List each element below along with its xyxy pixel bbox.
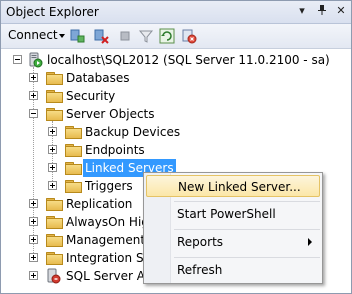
sync-icon[interactable] (181, 28, 197, 44)
folder-icon (65, 162, 82, 175)
expand-icon[interactable] (48, 145, 57, 154)
tree-label: Replication (66, 197, 133, 211)
menu-item-new-linked-server[interactable]: New Linked Server... (146, 175, 320, 197)
tree-node-server-objects[interactable]: Server Objects (1, 105, 352, 123)
stop-icon[interactable] (117, 28, 133, 44)
menu-item-start-powershell[interactable]: Start PowerShell (146, 203, 320, 225)
connect-button[interactable]: Connect (8, 28, 58, 42)
tree-label: Management (66, 233, 146, 247)
window-position-dropdown-icon[interactable]: ▾ (295, 4, 309, 18)
refresh-icon[interactable] (159, 28, 175, 44)
collapse-icon[interactable] (13, 55, 22, 64)
expand-icon[interactable] (29, 235, 38, 244)
expand-icon[interactable] (29, 253, 38, 262)
folder-icon (46, 90, 63, 103)
folder-icon (46, 108, 63, 121)
tree-label: Databases (66, 71, 130, 85)
connect-dropdown-icon[interactable] (59, 34, 65, 38)
toolbar: Connect (1, 24, 351, 49)
expand-icon[interactable] (29, 199, 38, 208)
folder-icon (46, 216, 63, 229)
context-menu: New Linked Server... Start PowerShell Re… (143, 172, 323, 284)
expand-icon[interactable] (48, 181, 57, 190)
collapse-icon[interactable] (29, 109, 38, 118)
auto-hide-pin-icon[interactable] (315, 4, 329, 18)
filter-icon[interactable] (138, 28, 154, 44)
expand-icon[interactable] (29, 73, 38, 82)
agent-icon (45, 268, 61, 284)
menu-item-label: Reports (177, 235, 224, 249)
submenu-arrow-icon (308, 238, 312, 246)
expand-icon[interactable] (29, 91, 38, 100)
folder-icon (46, 72, 63, 85)
server-icon (27, 52, 43, 68)
folder-icon (65, 126, 82, 139)
menu-item-label: Refresh (177, 263, 223, 277)
folder-icon (65, 180, 82, 193)
menu-item-reports[interactable]: Reports (146, 231, 320, 253)
menu-item-refresh[interactable]: Refresh (146, 259, 320, 281)
tree-label: Backup Devices (85, 125, 181, 139)
folder-icon (46, 252, 63, 265)
disconnect-icon[interactable] (93, 28, 109, 44)
tree-label: Triggers (85, 179, 133, 193)
close-icon[interactable]: ✕ (334, 4, 348, 18)
menu-separator (174, 229, 320, 230)
title-bar: Object Explorer ▾ ✕ (1, 1, 351, 24)
expand-icon[interactable] (29, 271, 38, 280)
panel-title: Object Explorer (6, 5, 99, 19)
tree-label: Endpoints (85, 143, 145, 157)
server-label: localhost\SQL2012 (SQL Server 11.0.2100 … (47, 53, 330, 67)
folder-icon (46, 234, 63, 247)
folder-icon (65, 144, 82, 157)
tree-node-endpoints[interactable]: Endpoints (1, 141, 352, 159)
folder-icon (46, 198, 63, 211)
menu-separator (174, 257, 320, 258)
connect-object-explorer-icon[interactable] (69, 28, 85, 44)
tree-node-databases[interactable]: Databases (1, 69, 352, 87)
expand-icon[interactable] (48, 127, 57, 136)
expand-icon[interactable] (29, 217, 38, 226)
object-explorer-panel: Object Explorer ▾ ✕ Connect localhost\SQ… (0, 0, 352, 294)
tree-node-security[interactable]: Security (1, 87, 352, 105)
tree-node-backup-devices[interactable]: Backup Devices (1, 123, 352, 141)
menu-separator (174, 201, 320, 202)
expand-icon[interactable] (48, 163, 57, 172)
menu-item-label: Start PowerShell (177, 207, 276, 221)
tree-label: Server Objects (66, 107, 155, 121)
tree-node-server[interactable]: localhost\SQL2012 (SQL Server 11.0.2100 … (1, 51, 352, 69)
tree-label: Security (66, 89, 116, 103)
menu-item-label: New Linked Server... (178, 180, 301, 194)
